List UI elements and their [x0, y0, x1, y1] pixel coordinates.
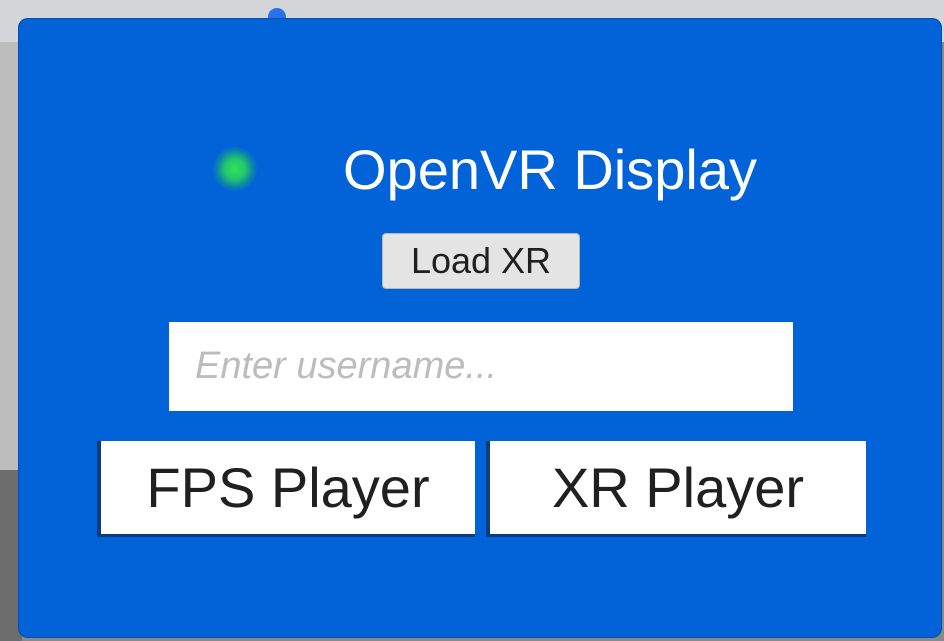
username-input[interactable] — [169, 322, 793, 411]
xr-player-button[interactable]: XR Player — [486, 441, 866, 537]
load-xr-button[interactable]: Load XR — [382, 233, 580, 289]
status-indicator-icon — [213, 147, 257, 191]
panel-title: OpenVR Display — [343, 138, 757, 201]
fps-player-button[interactable]: FPS Player — [97, 441, 475, 537]
